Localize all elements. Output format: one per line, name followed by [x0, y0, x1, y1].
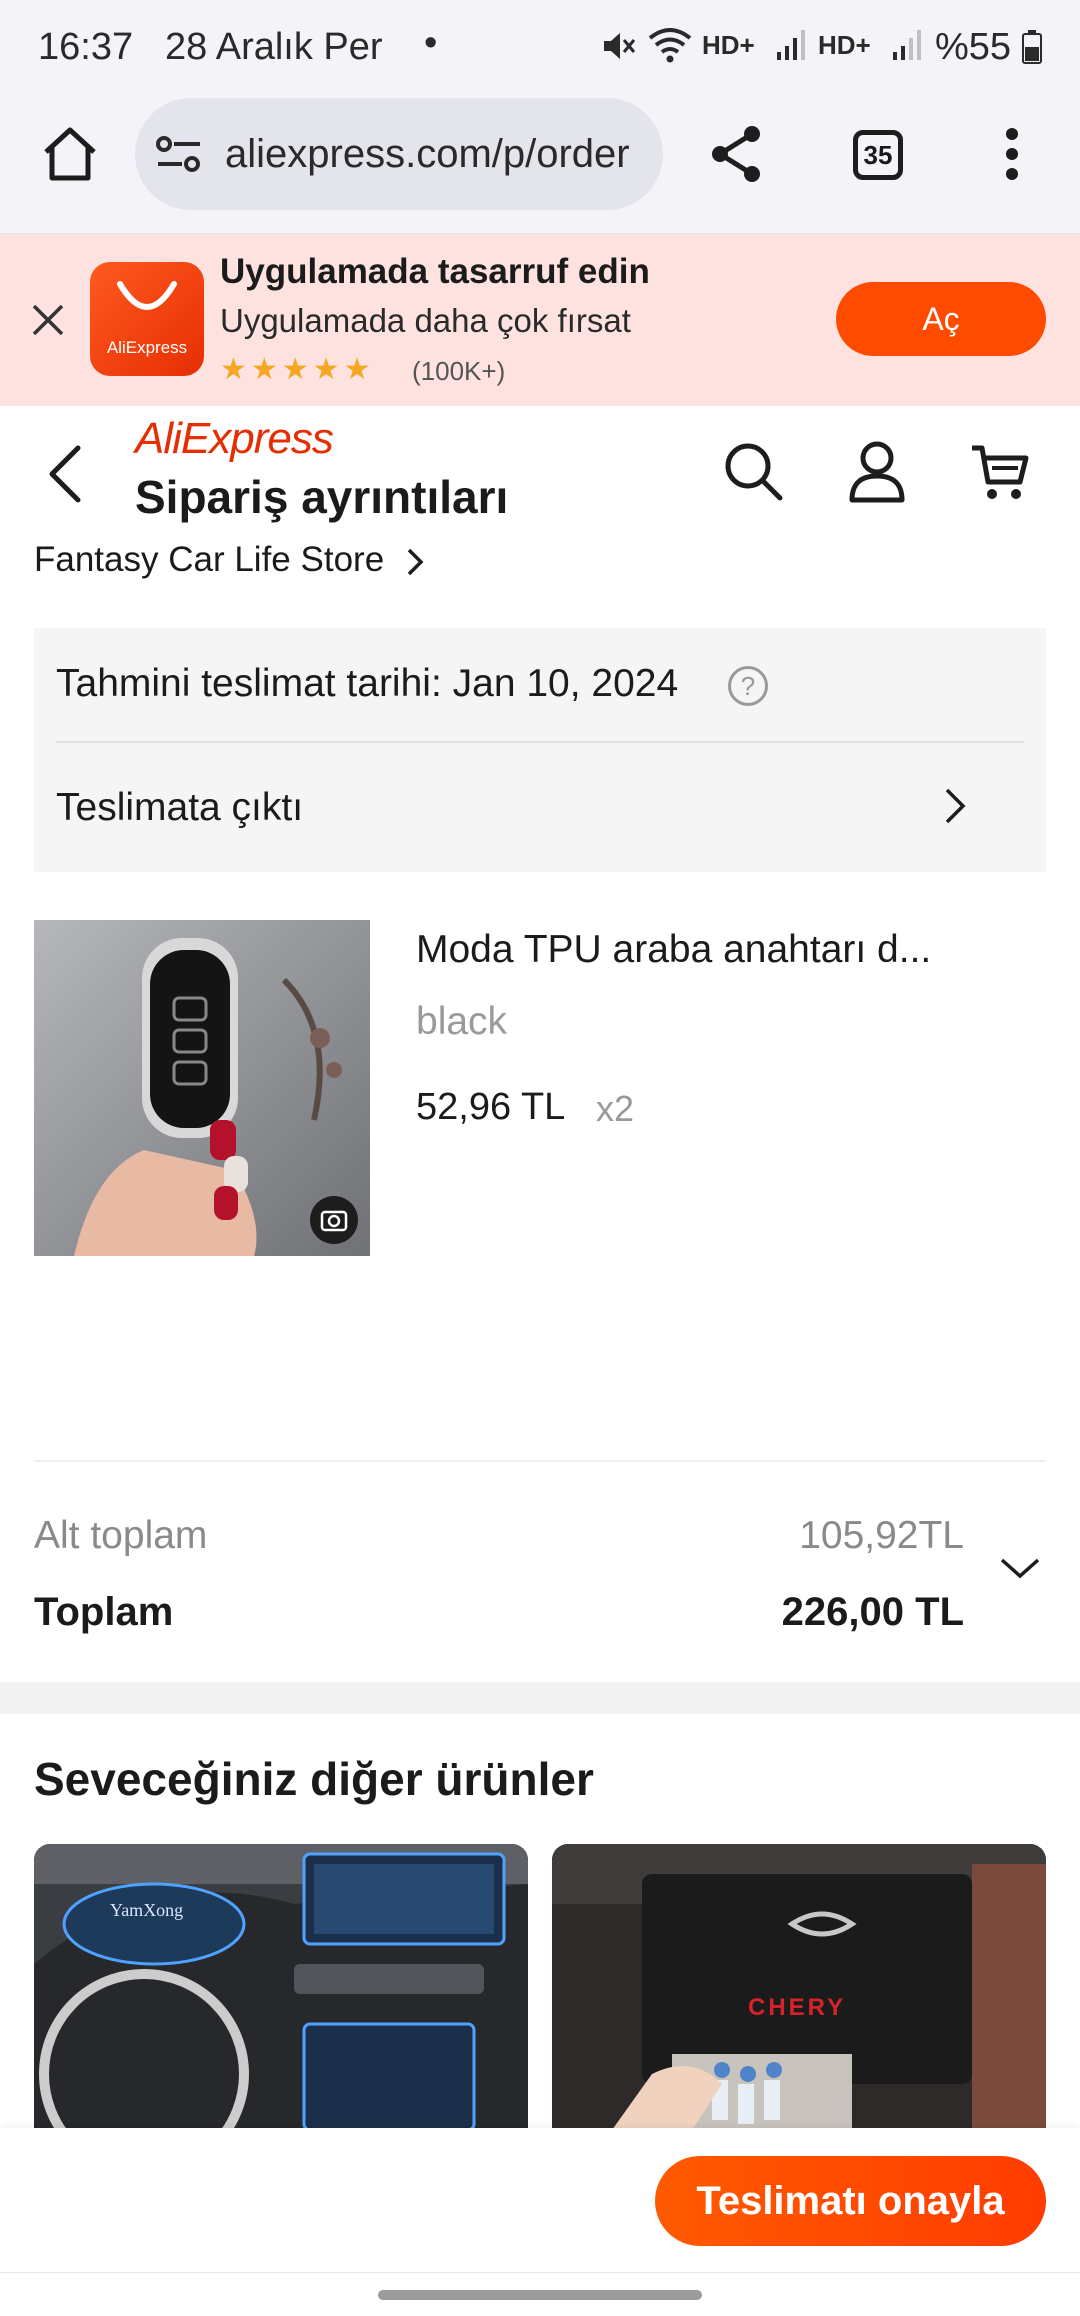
banner-subtitle: Uygulamada daha çok fırsat	[220, 302, 631, 339]
recommended-product-card[interactable]: YamXong	[34, 1844, 528, 2130]
aliexpress-app-logo: AliExpress	[90, 262, 204, 376]
back-icon[interactable]	[44, 444, 84, 509]
aliexpress-logo: AliExpress	[135, 414, 334, 463]
mute-icon	[600, 28, 636, 69]
chevron-down-icon[interactable]	[998, 1554, 1042, 1587]
wifi-icon	[648, 26, 692, 69]
app-logo-label: AliExpress	[106, 338, 188, 357]
battery-percent: %55	[935, 26, 1012, 68]
total-value: 226,00 TL	[781, 1590, 964, 1634]
rating-stars: ★★★★★	[220, 353, 375, 386]
section-separator	[0, 1682, 1080, 1714]
tab-switcher-button[interactable]: 35	[853, 130, 903, 180]
help-icon[interactable]: ?	[728, 666, 768, 706]
battery-icon	[1022, 30, 1042, 69]
delivery-status[interactable]: Teslimata çıktı	[56, 786, 303, 830]
page-title: Sipariş ayrıntıları	[135, 471, 509, 523]
network-hd-2: HD+	[818, 30, 871, 60]
cart-icon[interactable]	[970, 442, 1030, 507]
search-icon[interactable]	[722, 440, 784, 507]
open-app-button[interactable]: Aç	[836, 282, 1046, 356]
divider	[34, 1460, 1046, 1462]
watermark-text: YamXong	[110, 1900, 184, 1920]
divider	[56, 741, 1024, 743]
product-variant: black	[416, 1000, 508, 1043]
product-name[interactable]: Moda TPU araba anahtarı d...	[416, 928, 956, 972]
chevron-right-icon[interactable]	[942, 786, 968, 831]
signal-icon-1	[776, 28, 806, 67]
recommended-product-card[interactable]: CHERY	[552, 1844, 1046, 2130]
home-indicator[interactable]	[378, 2290, 702, 2300]
more-menu-icon[interactable]	[1000, 128, 1024, 185]
status-date: 28 Aralık Per	[165, 26, 383, 68]
subtotal-value: 105,92TL	[799, 1514, 964, 1557]
confirm-delivery-button[interactable]: Teslimatı onayla	[655, 2156, 1046, 2246]
share-icon[interactable]	[708, 124, 764, 189]
status-time: 16:37	[38, 26, 134, 68]
product-quantity: x2	[596, 1088, 635, 1129]
rating-count: (100K+)	[412, 356, 506, 386]
smile-icon	[117, 281, 177, 310]
estimated-delivery-date: Tahmini teslimat tarihi: Jan 10, 2024	[56, 662, 679, 705]
recommendations-title: Seveceğiniz diğer ürünler	[34, 1753, 594, 1805]
banner-title: Uygulamada tasarruf edin	[220, 252, 650, 291]
brand-text: CHERY	[748, 1994, 847, 2021]
url-text[interactable]: aliexpress.com/p/order	[225, 132, 645, 177]
status-dot: •	[424, 22, 438, 64]
signal-icon-2	[892, 28, 922, 67]
home-icon[interactable]	[40, 124, 100, 189]
store-link[interactable]: Fantasy Car Life Store	[34, 540, 384, 580]
account-icon[interactable]	[848, 440, 906, 509]
chevron-right-icon[interactable]	[404, 546, 426, 583]
subtotal-label: Alt toplam	[34, 1514, 208, 1557]
product-price: 52,96 TL	[416, 1086, 566, 1128]
close-icon[interactable]	[30, 302, 66, 343]
network-hd-1: HD+	[702, 30, 755, 60]
total-label: Toplam	[34, 1590, 174, 1634]
product-image[interactable]	[34, 920, 370, 1256]
site-settings-icon[interactable]	[156, 134, 202, 179]
